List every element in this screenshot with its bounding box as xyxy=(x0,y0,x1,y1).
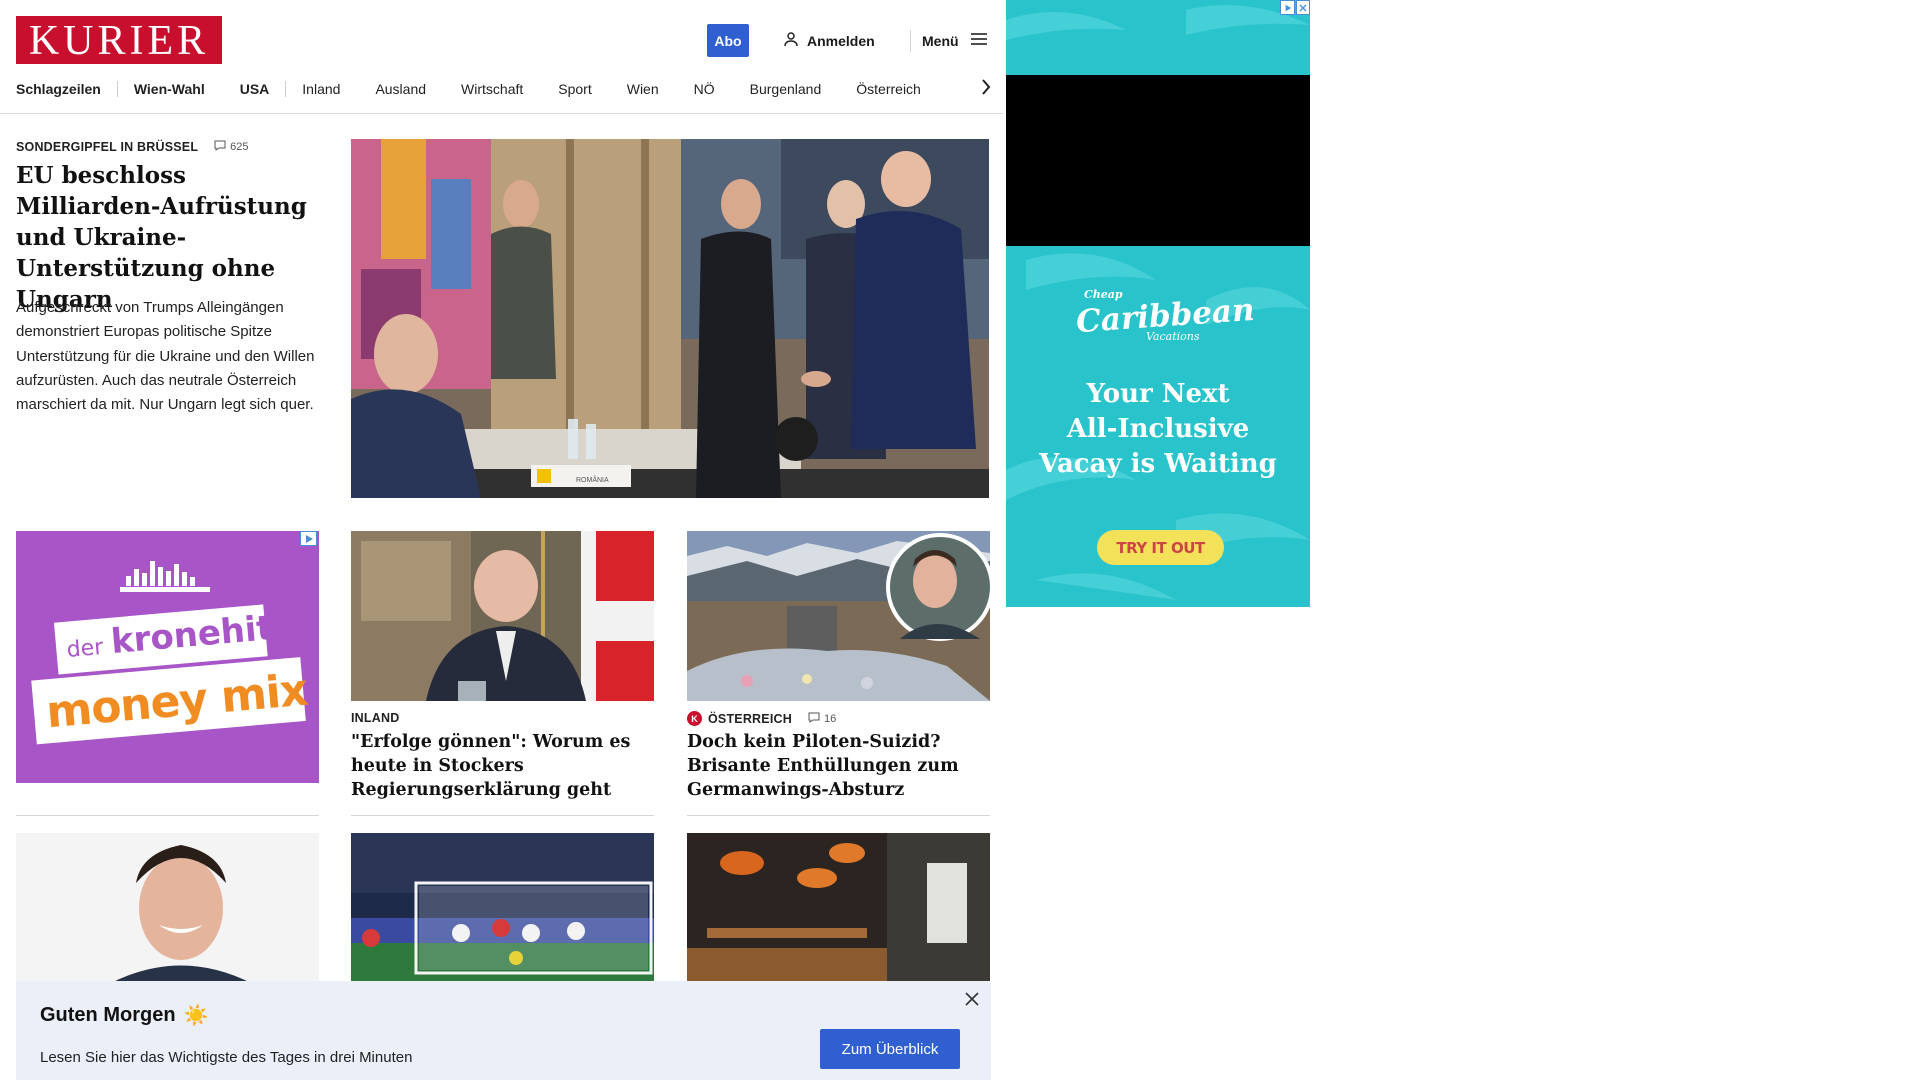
abo-button[interactable]: Abo xyxy=(707,24,749,57)
card-headline[interactable]: "Erfolge gönnen": Worum es heute in Stoc… xyxy=(351,730,656,802)
nav-item-oesterreich[interactable]: Österreich xyxy=(856,81,921,97)
nav-item-wien-wahl[interactable]: Wien-Wahl xyxy=(134,81,205,97)
card-image-inland[interactable] xyxy=(351,531,654,701)
card-meta-oesterreich: K ÖSTERREICH 16 xyxy=(687,711,836,726)
inset-portrait xyxy=(886,533,990,641)
banner-title: Guten Morgen ☀️ xyxy=(40,1003,208,1028)
close-icon xyxy=(965,991,979,1011)
card-kicker: ÖSTERREICH xyxy=(708,711,792,726)
card-meta-inland: INLAND xyxy=(351,711,399,725)
sun-icon: ☀️ xyxy=(183,1005,209,1027)
morning-briefing-banner: Guten Morgen ☀️ Lesen Sie hier das Wicht… xyxy=(16,981,991,1080)
hero-image[interactable]: ROMÂNIA xyxy=(351,139,989,498)
card-comment-count: 16 xyxy=(823,712,837,725)
adchoices-icon[interactable] xyxy=(1280,0,1295,15)
ad-headline-line: Your Next xyxy=(1086,379,1230,409)
nav-scroll-right-button[interactable] xyxy=(975,78,997,100)
comment-icon xyxy=(808,712,820,726)
hero-comments[interactable]: 625 xyxy=(214,140,249,154)
ad-cta-button[interactable]: TRY IT OUT xyxy=(1097,530,1224,565)
kurier-logo[interactable]: KURIER xyxy=(16,16,222,64)
nav-divider xyxy=(285,81,287,97)
nav-item-ausland[interactable]: Ausland xyxy=(375,81,426,97)
hero-meta: SONDERGIPFEL IN BRÜSSEL 625 xyxy=(16,140,249,154)
header-divider xyxy=(910,30,911,52)
overview-button[interactable]: Zum Überblick xyxy=(820,1029,960,1069)
nav-item-wien[interactable]: Wien xyxy=(627,81,659,97)
kurier-plus-badge-icon: K xyxy=(687,711,702,726)
banner-title-text: Guten Morgen xyxy=(40,1004,176,1026)
ad-close-icon[interactable] xyxy=(1296,0,1310,15)
comment-icon xyxy=(214,140,226,154)
ad-headline: Your Next All-Inclusive Vacay is Waiting xyxy=(1006,377,1310,482)
card-kicker: INLAND xyxy=(351,711,400,725)
nav-item-usa[interactable]: USA xyxy=(240,81,270,97)
hero-headline[interactable]: EU beschloss Milliarden-Aufrüstung und U… xyxy=(16,160,316,315)
hero-comment-count: 625 xyxy=(230,141,249,153)
nav-item-inland[interactable]: Inland xyxy=(302,81,340,97)
card-image-football[interactable] xyxy=(351,833,654,983)
hero-kicker: SONDERGIPFEL IN BRÜSSEL xyxy=(16,140,199,154)
card-comments[interactable]: 16 xyxy=(808,712,836,726)
ad-headline-line: Vacay is Waiting xyxy=(1039,449,1277,479)
kronehit-der-text: der xyxy=(65,634,105,663)
nav-item-noe[interactable]: NÖ xyxy=(694,81,715,97)
chevron-right-icon xyxy=(981,78,991,100)
menu-label: Menü xyxy=(922,32,959,49)
ad-video-area[interactable] xyxy=(1006,75,1310,246)
nav-item-sport[interactable]: Sport xyxy=(558,81,591,97)
banner-close-button[interactable] xyxy=(962,991,982,1011)
nav-divider xyxy=(116,81,118,97)
nav-item-schlagzeilen[interactable]: Schlagzeilen xyxy=(16,81,101,97)
login-label: Anmelden xyxy=(807,32,875,49)
name-card-text: ROMÂNIA xyxy=(576,475,609,484)
card-image-restaurant[interactable] xyxy=(687,833,990,983)
card-divider xyxy=(16,815,319,816)
kronehit-ad[interactable]: der kronehit money mix xyxy=(16,531,319,783)
login-button[interactable]: Anmelden xyxy=(783,24,875,57)
card-headline[interactable]: Doch kein Piloten-Suizid? Brisante Enthü… xyxy=(687,730,992,802)
ad-brand-small-bottom: Vacations xyxy=(1146,330,1200,343)
ad-brand-small-top: Cheap xyxy=(1084,288,1123,301)
nav-item-burgenland[interactable]: Burgenland xyxy=(750,81,822,97)
card-image-oesterreich[interactable] xyxy=(687,531,990,701)
nav-item-wirtschaft[interactable]: Wirtschaft xyxy=(461,81,523,97)
hamburger-icon xyxy=(970,32,987,49)
ad-headline-line: All-Inclusive xyxy=(1066,414,1250,444)
menu-button[interactable]: Menü xyxy=(922,24,987,57)
card-divider xyxy=(687,815,990,816)
user-icon xyxy=(783,31,799,50)
card-divider xyxy=(351,815,654,816)
card-image-portrait[interactable] xyxy=(16,833,319,983)
section-nav: Schlagzeilen Wien-Wahl USA Inland Auslan… xyxy=(16,78,921,100)
banner-text: Lesen Sie hier das Wichtigste des Tages … xyxy=(40,1049,413,1066)
caribbean-ad[interactable]: Cheap Caribbean Vacations Your Next All-… xyxy=(1006,0,1310,607)
site-header: KURIER Abo Anmelden Menü Schlagzeilen Wi… xyxy=(0,0,1003,114)
hero-teaser[interactable]: Aufgeschreckt von Trumps Alleingängen de… xyxy=(16,296,321,417)
